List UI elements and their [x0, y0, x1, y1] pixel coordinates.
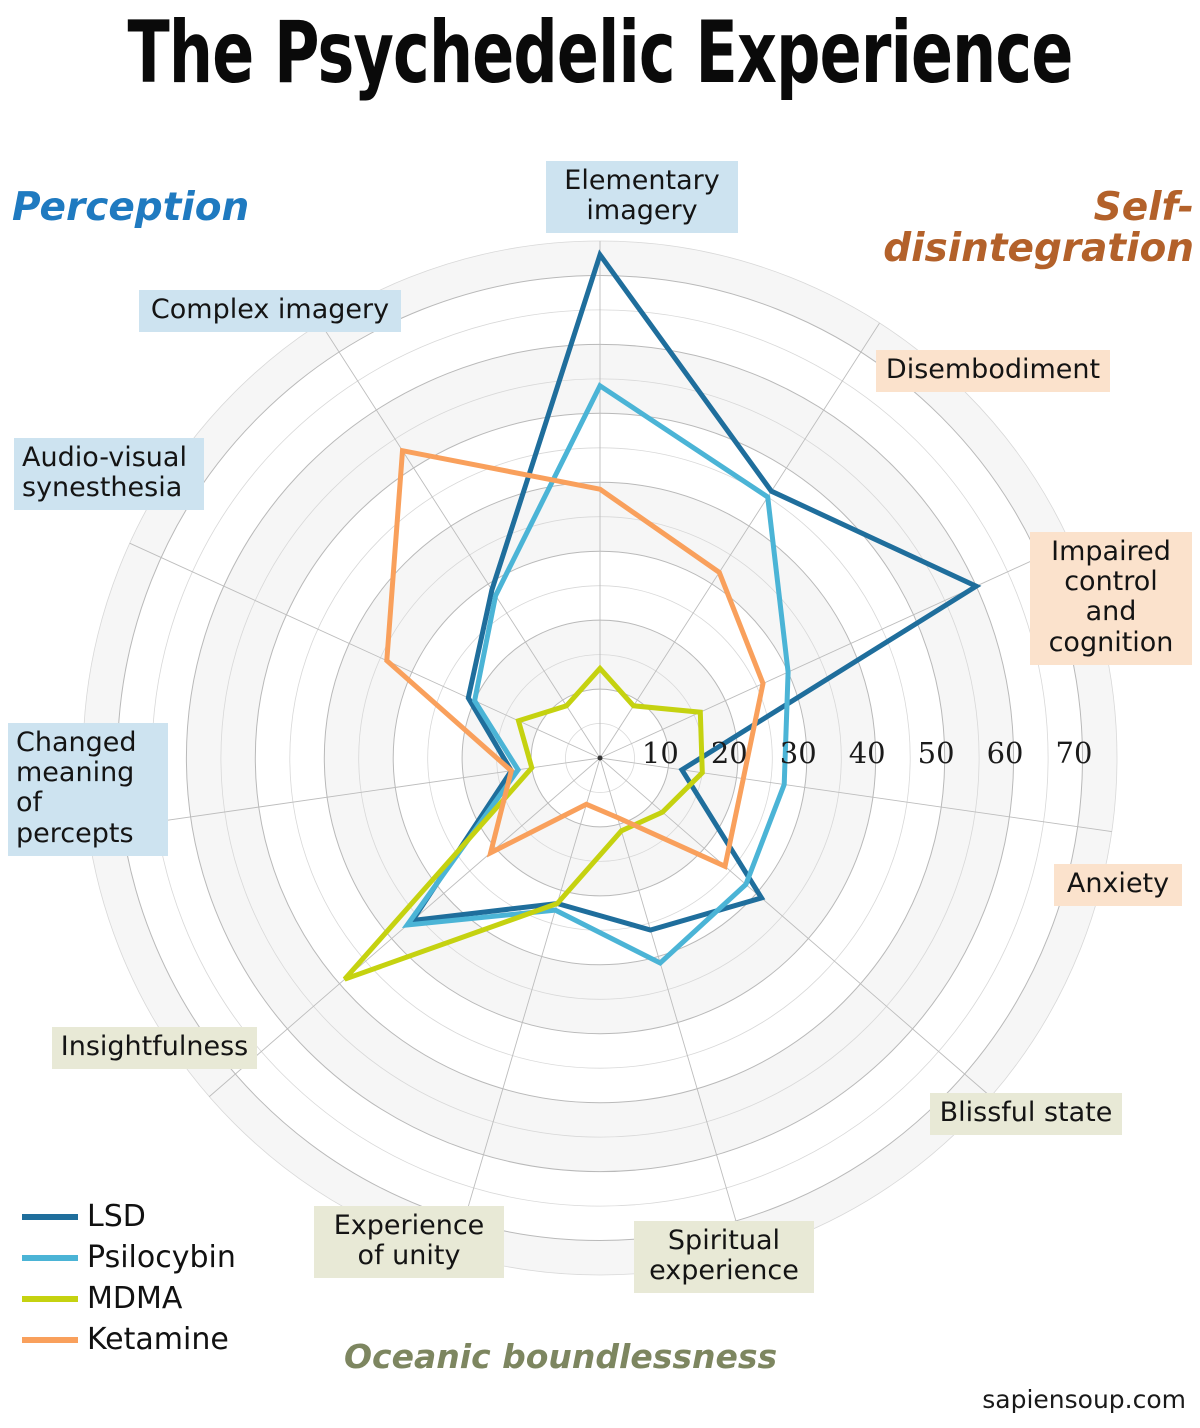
axis-label-spiritual-experience: Spiritual experience	[634, 1221, 814, 1294]
axis-label-changed-meaning-of-percepts: Changed meaning of percepts	[8, 723, 168, 856]
axis-label-complex-imagery: Complex imagery	[139, 290, 401, 333]
legend-label-ketamine: Ketamine	[87, 1322, 229, 1357]
chart-legend: LSD Psilocybin MDMA Ketamine	[22, 1196, 236, 1360]
radial-tick-50: 50	[917, 736, 955, 770]
axis-label-insightfulness: Insightfulness	[52, 1027, 257, 1070]
radial-tick-70: 70	[1055, 736, 1093, 770]
radial-tick-40: 40	[848, 736, 886, 770]
legend-item[interactable]: MDMA	[22, 1278, 236, 1319]
axis-label-anxiety: Anxiety	[1054, 864, 1182, 907]
axis-label-impaired-control-and-cognition: Impaired control and cognition	[1030, 532, 1192, 665]
axis-label-blissful-state: Blissful state	[930, 1093, 1122, 1136]
axis-label-disembodiment: Disembodiment	[876, 350, 1110, 393]
legend-item[interactable]: Psilocybin	[22, 1237, 236, 1278]
legend-swatch-mdma	[22, 1295, 78, 1302]
legend-label-lsd: LSD	[87, 1199, 146, 1234]
legend-item[interactable]: LSD	[22, 1196, 236, 1237]
legend-swatch-psilocybin	[22, 1254, 78, 1261]
grid-center-dot	[597, 755, 603, 761]
radial-tick-20: 20	[710, 736, 748, 770]
radial-tick-60: 60	[986, 736, 1024, 770]
legend-swatch-lsd	[22, 1213, 78, 1220]
radial-tick-30: 30	[779, 736, 817, 770]
radar-chart-figure: The Psychedelic Experience Perception Se…	[0, 0, 1200, 1428]
legend-label-psilocybin: Psilocybin	[87, 1240, 236, 1275]
axis-label-elementary-imagery: Elementary imagery	[546, 161, 738, 234]
legend-item[interactable]: Ketamine	[22, 1319, 236, 1360]
axis-label-experience-of-unity: Experience of unity	[314, 1206, 504, 1279]
site-credit: sapiensoup.com	[982, 1385, 1186, 1414]
axis-label-audio-visual-synesthesia: Audio-visual synesthesia	[14, 438, 204, 511]
legend-swatch-ketamine	[22, 1336, 78, 1343]
radial-tick-10: 10	[641, 736, 679, 770]
legend-label-mdma: MDMA	[87, 1281, 183, 1316]
